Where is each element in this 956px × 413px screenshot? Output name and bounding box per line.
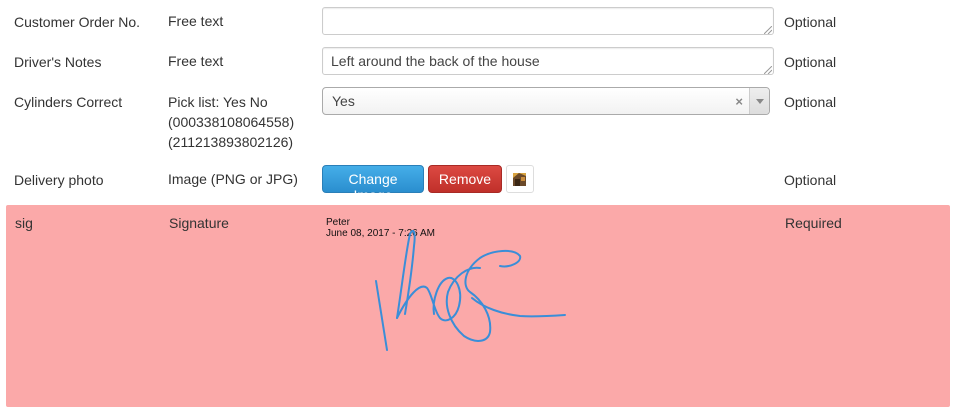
field-name: Cylinders Correct bbox=[14, 94, 123, 110]
remove-image-button[interactable]: Remove bbox=[428, 165, 502, 193]
field-name: Delivery photo bbox=[14, 172, 104, 188]
field-name: Driver's Notes bbox=[14, 54, 102, 70]
change-image-button[interactable]: Change Image bbox=[322, 165, 424, 203]
field-status: Optional bbox=[784, 14, 837, 30]
pick-list-code: (211213893802126) bbox=[168, 134, 294, 150]
field-name: Customer Order No. bbox=[14, 14, 141, 30]
signature-drawing bbox=[375, 229, 566, 351]
signer-name: Peter bbox=[326, 217, 350, 228]
pick-list-label: Pick list: Yes No bbox=[168, 94, 268, 110]
signature-field-name: sig bbox=[15, 215, 33, 231]
select-value: Yes bbox=[332, 93, 355, 109]
resize-grip-icon[interactable] bbox=[764, 66, 772, 74]
signature-field-type: Signature bbox=[169, 215, 229, 231]
field-type: Image (PNG or JPG) bbox=[168, 171, 298, 187]
field-status: Optional bbox=[784, 54, 837, 70]
cylinders-correct-select[interactable]: Yes × bbox=[322, 87, 770, 115]
field-type: Pick list: Yes No (000338108064558) (211… bbox=[168, 92, 294, 152]
field-type: Free text bbox=[168, 13, 224, 29]
chevron-down-icon[interactable] bbox=[749, 88, 769, 114]
field-type: Free text bbox=[168, 53, 224, 69]
signature-status: Required bbox=[785, 215, 842, 231]
field-status: Optional bbox=[784, 94, 837, 110]
drivers-notes-input[interactable]: Left around the back of the house bbox=[322, 47, 774, 75]
image-thumbnail-icon[interactable] bbox=[506, 165, 534, 193]
field-status: Optional bbox=[784, 172, 837, 188]
resize-grip-icon[interactable] bbox=[764, 26, 772, 34]
customer-order-input[interactable] bbox=[322, 7, 774, 35]
clear-icon[interactable]: × bbox=[735, 94, 743, 109]
pick-list-code: (000338108064558) bbox=[168, 114, 295, 130]
